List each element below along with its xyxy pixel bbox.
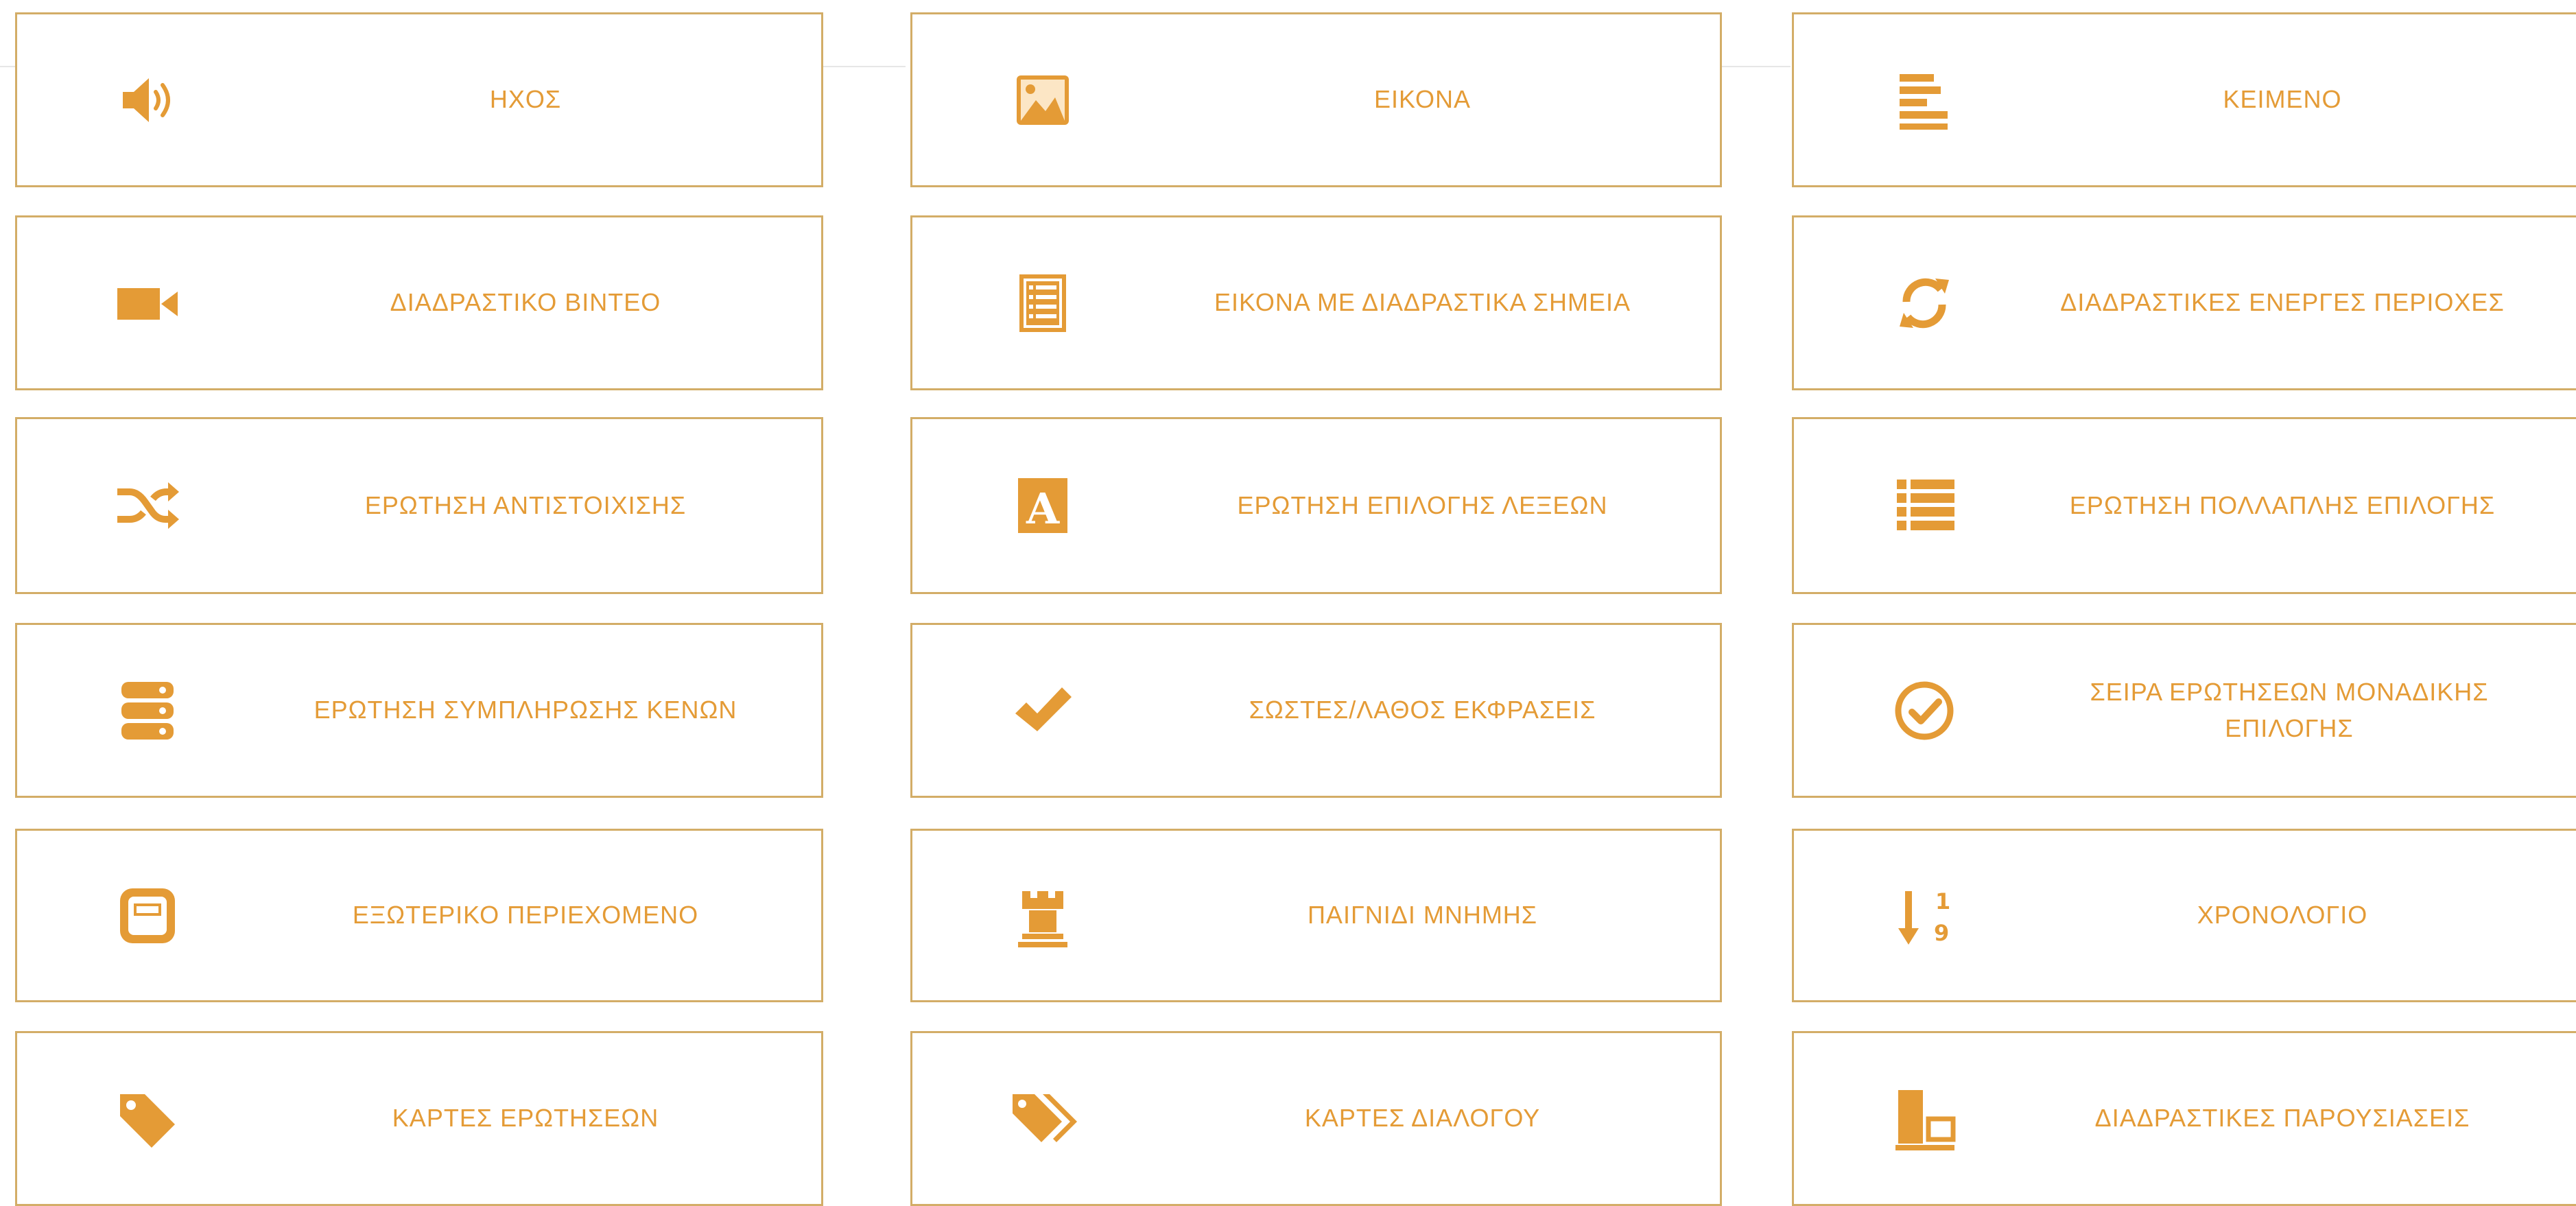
- tags-icon: [1008, 1085, 1077, 1153]
- content-type-label: ΔΙΑΔΡΑΣΤΙΚΕΣ ΕΝΕΡΓΕΣ ΠΕΡΙΟΧΕΣ: [2060, 288, 2505, 317]
- shuffle-icon: [113, 471, 182, 540]
- content-type-label: ΗΧΟΣ: [489, 85, 562, 114]
- content-type-label: ΚΑΡΤΕΣ ΔΙΑΛΟΓΟΥ: [1304, 1104, 1541, 1133]
- content-type-tile-refresh[interactable]: ΔΙΑΔΡΑΣΤΙΚΕΣ ΕΝΕΡΓΕΣ ΠΕΡΙΟΧΕΣ: [1792, 215, 2576, 390]
- svg-text:9: 9: [1934, 920, 1949, 946]
- chess-rook-icon: [1008, 882, 1077, 950]
- content-type-label: ΔΙΑΔΡΑΣΤΙΚΟ ΒΙΝΤΕΟ: [390, 288, 661, 317]
- content-type-label: ΕΡΩΤΗΣΗ ΠΟΛΛΑΠΛΗΣ ΕΠΙΛΟΓΗΣ: [2069, 490, 2496, 519]
- bullet-list-icon: [1890, 471, 1959, 540]
- content-type-tile-tag[interactable]: ΚΑΡΤΕΣ ΕΡΩΤΗΣΕΩΝ: [15, 1031, 823, 1206]
- svg-text:A: A: [1026, 484, 1060, 534]
- content-type-label: ΕΡΩΤΗΣΗ ΣΥΜΠΛΗΡΩΣΗΣ ΚΕΝΩΝ: [314, 696, 737, 724]
- content-type-tile-sort-numeric[interactable]: 1 9 ΧΡΟΝΟΛΟΓΙΟ: [1792, 829, 2576, 1002]
- content-type-label: ΕΙΚΟΝΑ: [1374, 85, 1471, 114]
- content-type-label: ΠΑΙΓΝΙΔΙ ΜΝΗΜΗΣ: [1307, 901, 1538, 930]
- content-type-tile-checkmark[interactable]: ΣΩΣΤΕΣ/ΛΑΘΟΣ ΕΚΦΡΑΣΕΙΣ: [910, 623, 1722, 798]
- content-type-tile-shuffle[interactable]: ΕΡΩΤΗΣΗ ΑΝΤΙΣΤΟΙΧΙΣΗΣ: [15, 417, 823, 594]
- content-type-label: ΕΡΩΤΗΣΗ ΕΠΙΛΟΓΗΣ ΛΕΞΕΩΝ: [1237, 490, 1608, 519]
- content-type-tile-video-camera[interactable]: ΔΙΑΔΡΑΣΤΙΚΟ ΒΙΝΤΕΟ: [15, 215, 823, 390]
- content-type-tile-bullet-list[interactable]: ΕΡΩΤΗΣΗ ΠΟΛΛΑΠΛΗΣ ΕΠΙΛΟΓΗΣ: [1792, 417, 2576, 594]
- content-type-tile-text-lines[interactable]: ΚΕΙΜΕΝΟ: [1792, 12, 2576, 187]
- content-type-label: ΕΙΚΟΝΑ ΜΕ ΔΙΑΔΡΑΣΤΙΚΑ ΣΗΜΕΙΑ: [1214, 288, 1631, 317]
- content-type-label: ΚΕΙΜΕΝΟ: [2223, 85, 2342, 114]
- image-icon: [1008, 66, 1077, 134]
- content-type-label: ΕΞΩΤΕΡΙΚΟ ΠΕΡΙΕΧΟΜΕΝΟ: [352, 901, 699, 930]
- content-type-tile-image[interactable]: ΕΙΚΟΝΑ: [910, 12, 1722, 187]
- tag-icon: [113, 1085, 182, 1153]
- checkmark-icon: [1008, 676, 1077, 745]
- content-type-label: ΚΑΡΤΕΣ ΕΡΩΤΗΣΕΩΝ: [392, 1104, 659, 1133]
- content-type-tile-speaker[interactable]: ΗΧΟΣ: [15, 12, 823, 187]
- content-type-label: ΣΕΙΡΑ ΕΡΩΤΗΣΕΩΝ ΜΟΝΑΔΙΚΗΣ ΕΠΙΛΟΓΗΣ: [2090, 678, 2489, 742]
- speaker-icon: [113, 66, 182, 134]
- video-camera-icon: [113, 269, 182, 338]
- content-type-label: ΔΙΑΔΡΑΣΤΙΚΕΣ ΠΑΡΟΥΣΙΑΣΕΙΣ: [2094, 1104, 2470, 1133]
- content-type-tile-letter-a[interactable]: A ΕΡΩΤΗΣΗ ΕΠΙΛΟΓΗΣ ΛΕΞΕΩΝ: [910, 417, 1722, 594]
- content-type-tile-check-circle[interactable]: ΣΕΙΡΑ ΕΡΩΤΗΣΕΩΝ ΜΟΝΑΔΙΚΗΣ ΕΠΙΛΟΓΗΣ: [1792, 623, 2576, 798]
- content-type-tile-chess-rook[interactable]: ΠΑΙΓΝΙΔΙ ΜΝΗΜΗΣ: [910, 829, 1722, 1002]
- content-type-tile-tags[interactable]: ΚΑΡΤΕΣ ΔΙΑΛΟΓΟΥ: [910, 1031, 1722, 1206]
- svg-text:1: 1: [1935, 888, 1950, 914]
- content-type-tile-list-document[interactable]: ΕΙΚΟΝΑ ΜΕ ΔΙΑΔΡΑΣΤΙΚΑ ΣΗΜΕΙΑ: [910, 215, 1722, 390]
- content-type-tile-server-stack[interactable]: ΕΡΩΤΗΣΗ ΣΥΜΠΛΗΡΩΣΗΣ ΚΕΝΩΝ: [15, 623, 823, 798]
- presentation-icon: [1890, 1085, 1959, 1153]
- refresh-icon: [1890, 269, 1959, 338]
- content-type-label: ΕΡΩΤΗΣΗ ΑΝΤΙΣΤΟΙΧΙΣΗΣ: [364, 490, 687, 519]
- check-circle-icon: [1890, 676, 1959, 745]
- content-type-label: ΣΩΣΤΕΣ/ΛΑΘΟΣ ΕΚΦΡΑΣΕΙΣ: [1249, 696, 1596, 724]
- letter-a-icon: A: [1008, 471, 1077, 540]
- server-stack-icon: [113, 676, 182, 745]
- divider-line-2: [823, 66, 906, 67]
- content-type-label: ΧΡΟΝΟΛΟΓΙΟ: [2197, 901, 2368, 930]
- text-lines-icon: [1890, 66, 1959, 134]
- sort-numeric-icon: 19: [1890, 882, 1959, 950]
- content-type-tile-embed-box[interactable]: ΕΞΩΤΕΡΙΚΟ ΠΕΡΙΕΧΟΜΕΝΟ: [15, 829, 823, 1002]
- embed-box-icon: [113, 882, 182, 950]
- divider-line-3: [1715, 66, 1791, 67]
- content-type-tile-presentation[interactable]: ΔΙΑΔΡΑΣΤΙΚΕΣ ΠΑΡΟΥΣΙΑΣΕΙΣ: [1792, 1031, 2576, 1206]
- list-document-icon: [1008, 269, 1077, 338]
